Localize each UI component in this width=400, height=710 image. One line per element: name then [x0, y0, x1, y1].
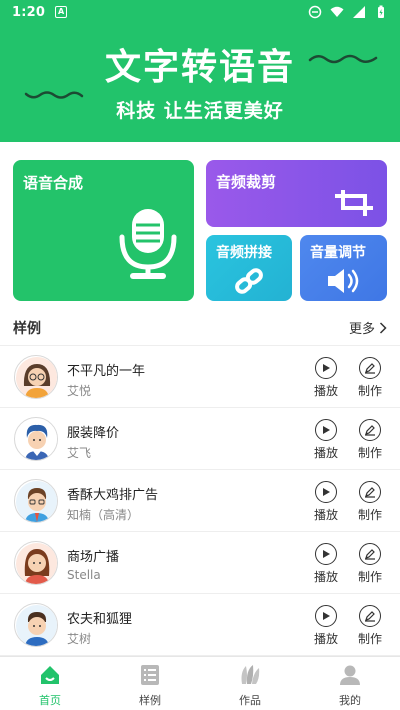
play-icon: [323, 426, 330, 434]
make-label: 制作: [357, 508, 382, 522]
do-not-disturb-icon: [308, 5, 322, 19]
avatar: [14, 541, 58, 585]
bottom-nav: 首页 样例 作品 我的: [0, 656, 400, 710]
woman-avatar-icon: [16, 543, 57, 584]
profile-icon: [340, 665, 360, 685]
play-label: 播放: [313, 446, 338, 460]
play-label: 播放: [313, 632, 338, 646]
list-item[interactable]: 农夫和狐狸 艾树 播放 制作: [0, 594, 400, 656]
sample-title: 农夫和狐狸: [67, 612, 133, 627]
man-avatar-icon: [16, 481, 57, 522]
audio-crop-card[interactable]: 音频裁剪: [206, 160, 387, 227]
play-label: 播放: [313, 384, 338, 398]
volume-adjust-card[interactable]: 音量调节: [300, 235, 387, 301]
make-label: 制作: [357, 384, 382, 398]
wave-decoration: [308, 54, 378, 64]
speaker-icon: [328, 269, 359, 293]
tab-home[interactable]: 首页: [0, 657, 100, 710]
make-button[interactable]: 制作: [352, 605, 388, 647]
make-button[interactable]: 制作: [352, 481, 388, 523]
play-button[interactable]: 播放: [308, 543, 344, 585]
home-icon: [41, 666, 59, 684]
status-bar: 1:20 A: [0, 0, 400, 24]
play-icon: [323, 550, 330, 558]
man-avatar-icon: [16, 605, 57, 646]
play-button[interactable]: 播放: [308, 481, 344, 523]
list-item[interactable]: 服装降价 艾飞 播放 制作: [0, 408, 400, 470]
sample-title: 香酥大鸡排广告: [67, 488, 159, 503]
notification-icon: A: [55, 6, 68, 18]
play-icon: [323, 364, 330, 372]
edit-icon: [365, 487, 375, 498]
speech-synthesis-card[interactable]: 语音合成: [13, 160, 194, 301]
play-icon: [323, 612, 330, 620]
battery-icon: [378, 5, 384, 18]
play-button[interactable]: 播放: [308, 357, 344, 399]
sample-voice: Stella: [67, 568, 101, 582]
woman-avatar-icon: [16, 357, 57, 398]
tab-home-label: 首页: [39, 694, 61, 707]
tab-samples-label: 样例: [139, 694, 161, 707]
edit-icon: [365, 549, 375, 560]
section-title: 样例: [13, 320, 41, 337]
tab-works-label: 作品: [239, 694, 261, 707]
man-avatar-icon: [16, 419, 57, 460]
list-item[interactable]: 香酥大鸡排广告 知楠（高清） 播放 制作: [0, 470, 400, 532]
edit-icon: [365, 363, 375, 374]
edit-icon: [365, 425, 375, 436]
tab-samples[interactable]: 样例: [100, 657, 200, 710]
wifi-icon: [330, 6, 344, 17]
samples-section: 样例 更多 不平凡的一年 艾悦 播放 制作 服装降价 艾飞 播放 制作 香酥大鸡…: [0, 310, 400, 656]
sample-voice: 艾树: [67, 632, 92, 646]
avatar: [14, 355, 58, 399]
avatar: [14, 417, 58, 461]
avatar: [14, 603, 58, 647]
audio-crop-label: 音频裁剪: [216, 173, 277, 191]
tab-works[interactable]: 作品: [200, 657, 300, 710]
avatar: [14, 479, 58, 523]
tab-profile-label: 我的: [339, 694, 361, 707]
tab-profile[interactable]: 我的: [300, 657, 400, 710]
works-icon: [241, 665, 260, 684]
play-icon: [323, 488, 330, 496]
sample-title: 服装降价: [67, 426, 120, 441]
chevron-right-icon: [379, 321, 387, 334]
feature-cards: 语音合成 音频裁剪 音频拼接 音量调节: [0, 142, 400, 310]
sample-voice: 艾悦: [67, 384, 92, 398]
sample-voice: 知楠（高清）: [67, 508, 140, 522]
header-banner: 1:20 A 文字转语音 科技 让生活更美好: [0, 0, 400, 142]
make-label: 制作: [357, 446, 382, 460]
play-button[interactable]: 播放: [308, 419, 344, 461]
list-item[interactable]: 商场广播 Stella 播放 制作: [0, 532, 400, 594]
more-label: 更多: [348, 322, 375, 337]
play-button[interactable]: 播放: [308, 605, 344, 647]
make-button[interactable]: 制作: [352, 419, 388, 461]
status-time: 1:20: [12, 4, 46, 20]
make-label: 制作: [357, 632, 382, 646]
make-label: 制作: [357, 570, 382, 584]
speech-synthesis-label: 语音合成: [23, 174, 84, 192]
play-label: 播放: [313, 508, 338, 522]
signal-icon: [353, 6, 365, 18]
list-item[interactable]: 不平凡的一年 艾悦 播放 制作: [0, 346, 400, 408]
list-icon: [141, 665, 159, 685]
hero-subtitle: 科技 让生活更美好: [116, 100, 284, 122]
edit-icon: [365, 611, 375, 622]
sample-title: 不平凡的一年: [67, 364, 146, 379]
sample-title: 商场广播: [67, 550, 120, 565]
samples-header: 样例 更多: [0, 310, 400, 346]
sample-voice: 艾飞: [67, 446, 92, 460]
link-icon: [235, 268, 263, 294]
make-button[interactable]: 制作: [352, 357, 388, 399]
play-label: 播放: [313, 570, 338, 584]
audio-splice-card[interactable]: 音频拼接: [206, 235, 292, 301]
crop-icon: [335, 190, 373, 216]
more-link[interactable]: 更多: [349, 318, 387, 337]
audio-splice-label: 音频拼接: [216, 245, 272, 261]
make-button[interactable]: 制作: [352, 543, 388, 585]
volume-adjust-label: 音量调节: [310, 245, 366, 261]
microphone-icon: [119, 209, 177, 279]
